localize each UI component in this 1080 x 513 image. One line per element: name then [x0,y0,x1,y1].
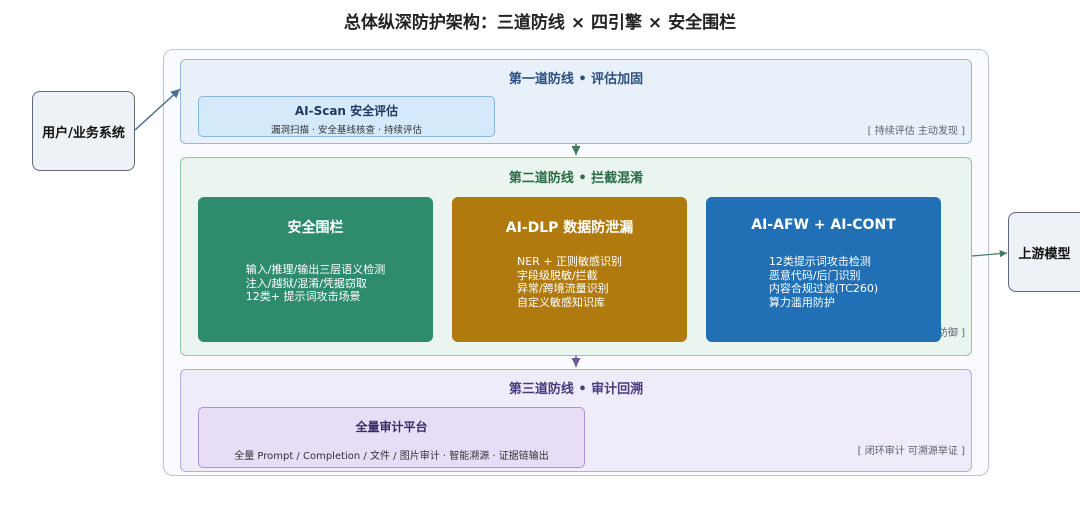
user-to-layer-one-arrow [134,88,181,131]
connector-arrows [134,88,1008,367]
layer-two-to-upstream-arrow [971,250,1008,258]
